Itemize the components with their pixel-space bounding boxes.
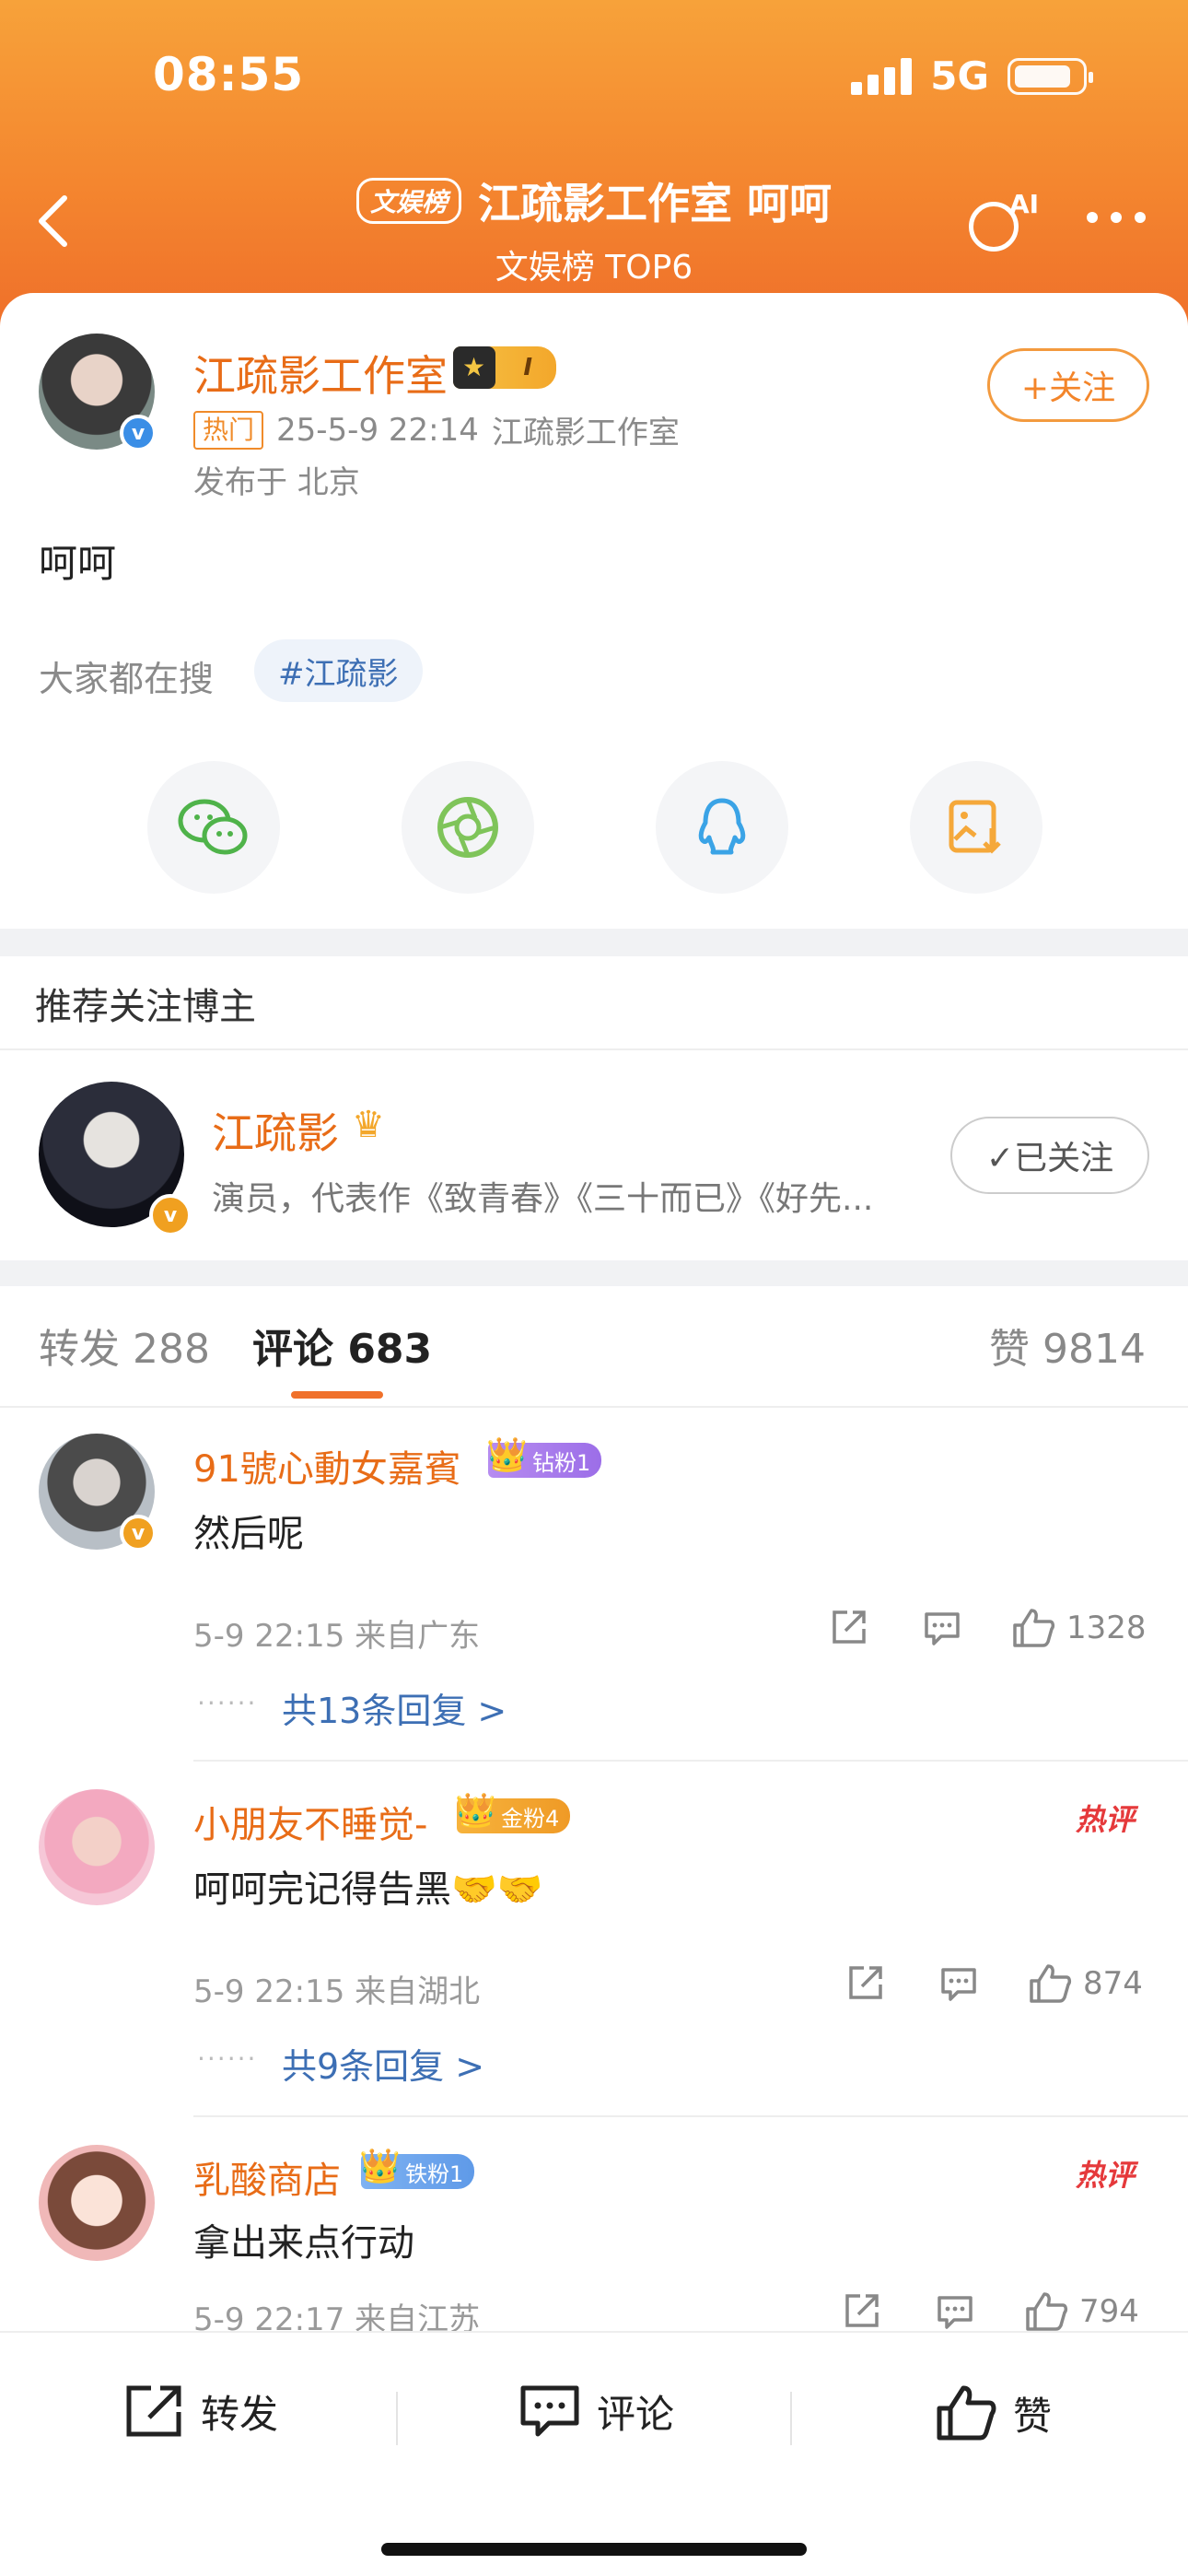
comment-author[interactable]: 91號心動女嘉賓 xyxy=(193,1439,461,1493)
divider xyxy=(193,1760,1188,1762)
author-name[interactable]: 江疏影工作室 xyxy=(193,343,448,404)
header-title: 江疏影工作室 呵呵 xyxy=(478,179,833,228)
like-count: 874 xyxy=(1083,1965,1143,2002)
qq-icon xyxy=(698,798,746,855)
verified-badge-icon: v xyxy=(120,1515,157,1551)
repost-label: 转发 xyxy=(201,2391,279,2437)
comment-label: 评论 xyxy=(597,2391,675,2437)
post-time: 25-5-9 22:14 xyxy=(276,411,479,449)
search-chip[interactable]: #江疏影 xyxy=(254,639,423,702)
tab-comment[interactable]: 评论 683 xyxy=(252,1316,432,1375)
recommend-title: 推荐关注博主 xyxy=(35,986,256,1028)
share-wechat[interactable] xyxy=(147,761,280,894)
view-replies-link[interactable]: 共13条回复 > xyxy=(282,1682,507,1733)
comment-avatar[interactable] xyxy=(39,2145,155,2261)
battery-icon xyxy=(1007,57,1093,95)
like-button[interactable]: 赞 xyxy=(934,2383,1052,2443)
like-count: 794 xyxy=(1079,2293,1139,2330)
fan-badge: 👑 铁粉1 xyxy=(359,2148,475,2189)
status-time: 08:55 xyxy=(153,48,305,101)
comment-icon xyxy=(520,2385,579,2437)
like-count: 1328 xyxy=(1066,1610,1147,1646)
section-gap xyxy=(0,1260,1188,1286)
like-comment-button[interactable]: 794 xyxy=(1024,2290,1139,2333)
comment-avatar[interactable] xyxy=(39,1789,155,1905)
divider xyxy=(790,2392,792,2445)
divider xyxy=(193,2115,1188,2117)
recommend-name[interactable]: 江疏影 xyxy=(212,1100,339,1161)
comment-text: 拿出来点行动 xyxy=(193,2222,414,2265)
status-indicators: 5G xyxy=(851,53,1093,99)
reply-comment-icon[interactable] xyxy=(921,1607,963,1649)
comment-text: 呵呵完记得告黑🤝🤝 xyxy=(193,1868,543,1911)
fan-badge: 👑 金粉4 xyxy=(455,1792,571,1833)
tab-underline xyxy=(291,1391,383,1399)
thumb-up-icon xyxy=(1013,1609,1055,1647)
reply-dots: ······ xyxy=(197,2043,258,2074)
crown-icon: 👑 xyxy=(486,1436,528,1474)
share-qq[interactable] xyxy=(656,761,788,894)
comment-text: 然后呢 xyxy=(193,1513,304,1555)
like-comment-button[interactable]: 874 xyxy=(1028,1962,1143,2005)
divider xyxy=(0,1048,1188,1050)
share-moments[interactable] xyxy=(402,761,534,894)
divider xyxy=(0,1406,1188,1408)
crown-icon: 👑 xyxy=(455,1792,496,1830)
crown-icon: 👑 xyxy=(359,2148,401,2185)
post-text: 呵呵 xyxy=(39,541,117,586)
repost-icon xyxy=(126,2385,181,2437)
repost-comment-icon[interactable] xyxy=(844,1962,886,2005)
tab-bar: 转发 288 评论 683 赞 9814 xyxy=(0,1316,1188,1399)
comment-meta: 5-9 22:15 来自湖北 xyxy=(193,1973,481,2010)
hot-comment-badge: 热评 xyxy=(1076,1802,1136,1837)
member-level-badge: ★ I xyxy=(453,346,556,389)
verified-badge-icon: v xyxy=(149,1194,192,1236)
reply-dots: ······ xyxy=(197,1688,258,1718)
home-indicator xyxy=(381,2543,807,2556)
hot-comment-badge: 热评 xyxy=(1076,2158,1136,2193)
network-type: 5G xyxy=(930,53,989,99)
header-tag: 文娱榜 xyxy=(355,178,461,224)
verified-badge-icon: v xyxy=(120,415,157,451)
reply-comment-icon[interactable] xyxy=(934,2290,976,2333)
section-gap xyxy=(0,929,1188,956)
search-label: 大家都在搜 xyxy=(39,659,215,699)
post-meta: 热门 25-5-9 22:14 江疏影工作室 xyxy=(193,407,680,452)
share-save-image[interactable] xyxy=(910,761,1042,894)
like-label: 赞 xyxy=(1013,2393,1053,2439)
post-source: 江疏影工作室 xyxy=(491,415,680,451)
tab-like[interactable]: 赞 9814 xyxy=(989,1316,1146,1375)
ai-search-icon[interactable]: AI xyxy=(965,189,1039,253)
comment-button[interactable]: 评论 xyxy=(518,2383,674,2440)
repost-button[interactable]: 转发 xyxy=(122,2383,278,2440)
comment-meta: 5-9 22:15 来自广东 xyxy=(193,1618,481,1655)
post-location: 发布于 北京 xyxy=(193,464,360,501)
hot-tag: 热门 xyxy=(193,410,264,450)
comment-author[interactable]: 小朋友不睡觉- xyxy=(193,1795,427,1848)
signal-icon xyxy=(851,57,913,95)
divider xyxy=(396,2392,398,2445)
tab-repost[interactable]: 转发 288 xyxy=(39,1316,210,1375)
reply-comment-icon[interactable] xyxy=(938,1962,980,2005)
repost-comment-icon[interactable] xyxy=(840,2290,882,2333)
thumb-up-icon xyxy=(937,2385,996,2441)
save-image-icon xyxy=(949,800,1001,854)
repost-comment-icon[interactable] xyxy=(827,1607,869,1649)
follow-button[interactable]: +关注 xyxy=(987,348,1149,422)
recommend-desc: 演员，代表作《致青春》《三十而已》《好先... xyxy=(212,1180,874,1218)
thumb-up-icon xyxy=(1026,2292,1068,2331)
more-icon[interactable] xyxy=(1087,212,1146,223)
like-comment-button[interactable]: 1328 xyxy=(1011,1607,1147,1649)
thumb-up-icon xyxy=(1030,1964,1072,2003)
bottom-action-bar: 转发 评论 赞 xyxy=(0,2331,1188,2576)
moments-icon xyxy=(437,797,498,858)
wechat-icon xyxy=(178,799,248,855)
crown-icon: ♛ xyxy=(352,1104,385,1146)
crown-star-icon: ★ xyxy=(462,352,486,382)
comment-author[interactable]: 乳酸商店 xyxy=(193,2150,341,2204)
view-replies-link[interactable]: 共9条回复 > xyxy=(282,2038,484,2089)
fan-badge: 👑 钻粉1 xyxy=(486,1436,602,1478)
followed-button[interactable]: ✓已关注 xyxy=(950,1117,1149,1194)
